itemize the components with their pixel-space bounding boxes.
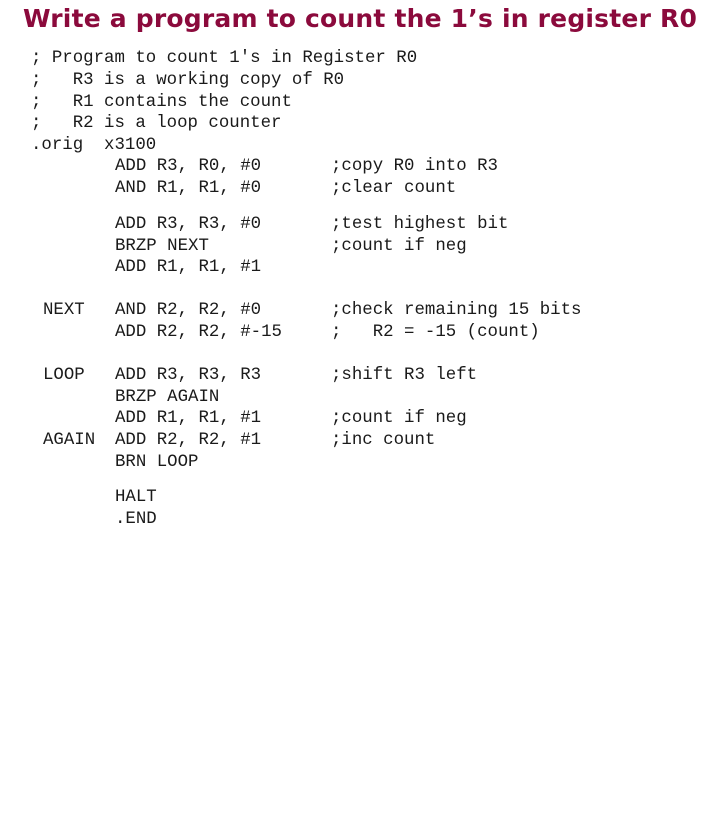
inline-comment: ;inc count bbox=[331, 431, 436, 450]
label-loop: LOOP bbox=[43, 366, 85, 385]
end-directive: .END bbox=[115, 510, 157, 529]
inline-comment: ;clear count bbox=[331, 179, 457, 198]
instruction: ADD R1, R1, #1 bbox=[115, 258, 262, 277]
comment-line: ; R1 contains the count bbox=[31, 93, 292, 112]
label-again: AGAIN bbox=[43, 431, 96, 450]
instruction: ADD R1, R1, #1 bbox=[115, 409, 262, 428]
instruction: ADD R3, R3, R3 bbox=[115, 366, 262, 385]
instruction: BRZP NEXT bbox=[115, 237, 209, 256]
comment-line: ; Program to count 1's in Register R0 bbox=[31, 49, 418, 68]
slide-title: Write a program to count the 1’s in regi… bbox=[22, 4, 698, 33]
instruction: ADD R2, R2, #-15 bbox=[115, 323, 282, 342]
instruction: ADD R2, R2, #1 bbox=[115, 431, 262, 450]
instruction: BRN LOOP bbox=[115, 453, 199, 472]
inline-comment: ;copy R0 into R3 bbox=[331, 157, 498, 176]
comment-line: ; R2 is a loop counter bbox=[31, 114, 282, 133]
instruction: ADD R3, R3, #0 bbox=[115, 215, 262, 234]
inline-comment: ;count if neg bbox=[331, 237, 467, 256]
assembly-listing: ; Program to count 1's in Register R0 ; … bbox=[0, 0, 581, 817]
instruction: BRZP AGAIN bbox=[115, 388, 220, 407]
instruction: AND R1, R1, #0 bbox=[115, 179, 262, 198]
instruction: ADD R3, R0, #0 bbox=[115, 157, 262, 176]
inline-comment: ;shift R3 left bbox=[331, 366, 478, 385]
comment-line: ; R3 is a working copy of R0 bbox=[31, 71, 345, 90]
label-next: NEXT bbox=[43, 301, 85, 320]
inline-comment: ;check remaining 15 bits bbox=[331, 301, 582, 320]
inline-comment: ;test highest bit bbox=[331, 215, 509, 234]
instruction: HALT bbox=[115, 488, 157, 507]
inline-comment: ; R2 = -15 (count) bbox=[331, 323, 540, 342]
orig-directive: .orig x3100 bbox=[31, 136, 157, 155]
inline-comment: ;count if neg bbox=[331, 409, 467, 428]
instruction: AND R2, R2, #0 bbox=[115, 301, 262, 320]
